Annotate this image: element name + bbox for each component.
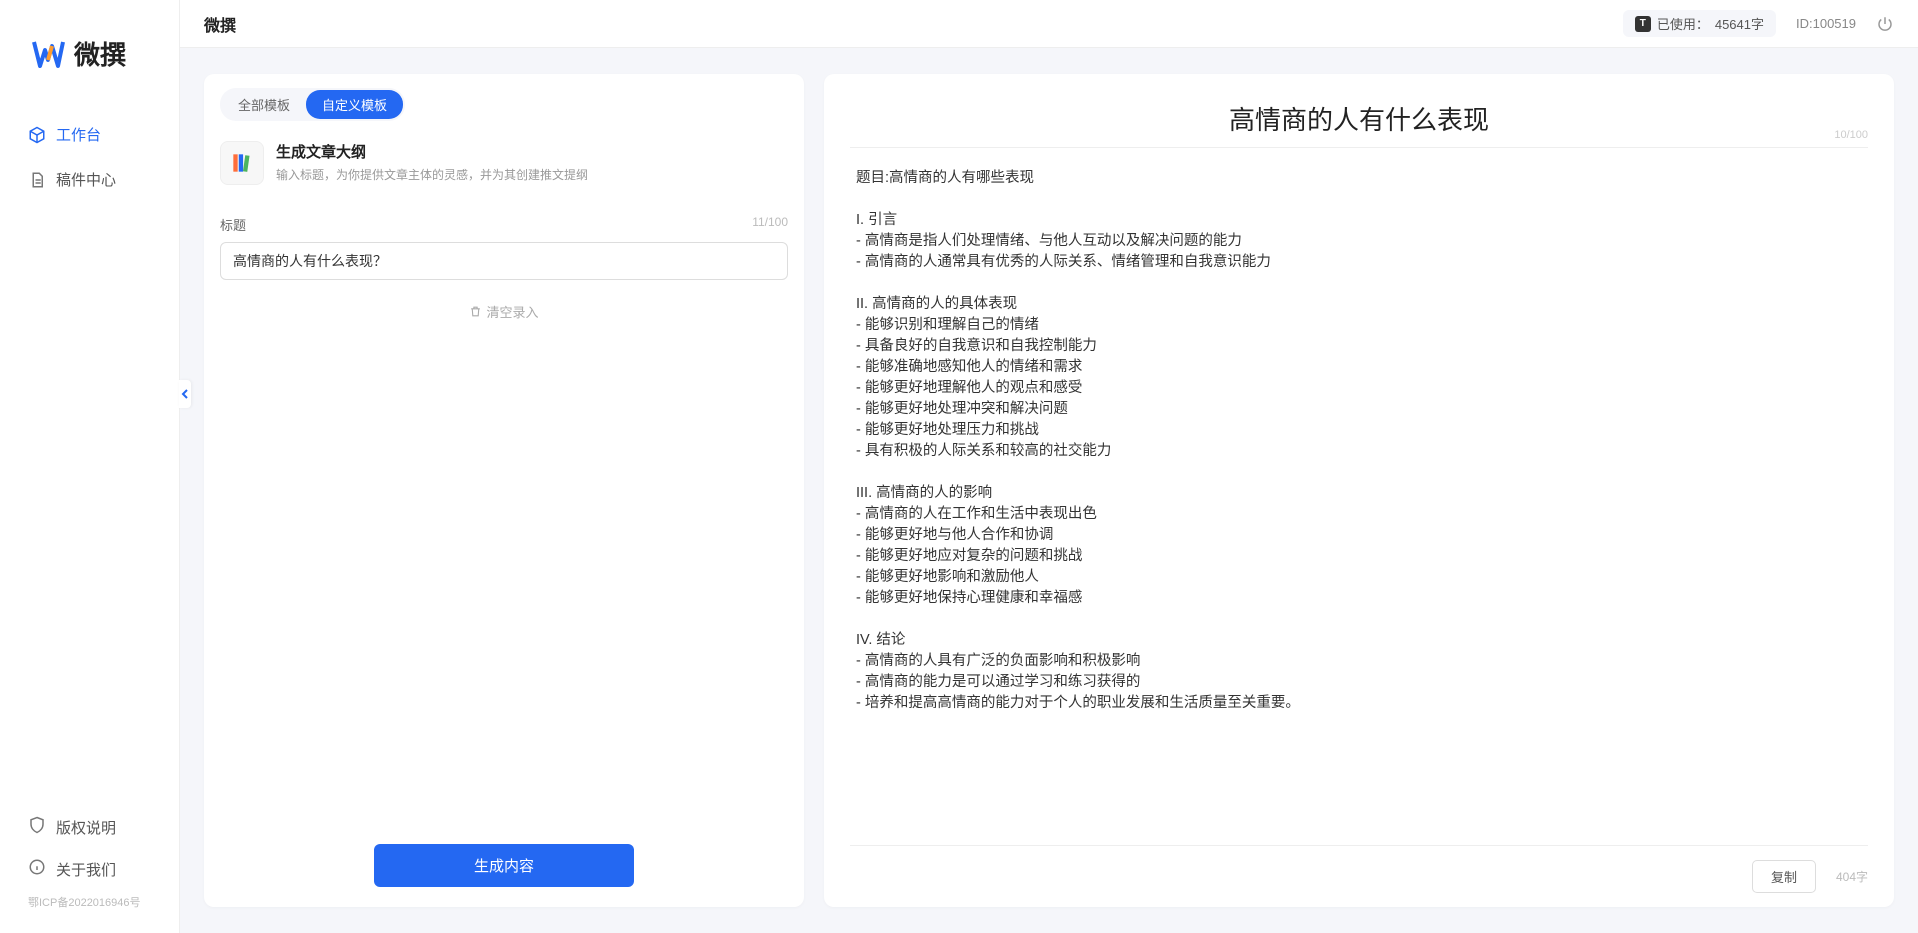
generate-button[interactable]: 生成内容 [374, 844, 634, 887]
form-area: 标题 11/100 清空录入 [204, 201, 804, 321]
output-title: 高情商的人有什么表现 [856, 100, 1862, 137]
sidebar-collapse-handle[interactable] [179, 380, 191, 408]
books-icon [220, 141, 264, 185]
output-footer: 复制 404字 [850, 845, 1868, 907]
tab-all-templates[interactable]: 全部模板 [222, 90, 306, 119]
left-panel: 全部模板 自定义模板 生成文章大纲 输入标题，为你提供文章主体的灵感，并为其创建… [204, 74, 804, 907]
output-panel: 高情商的人有什么表现 10/100 题目:高情商的人有哪些表现 I. 引言 - … [824, 74, 1894, 907]
shield-icon [28, 816, 46, 838]
brand-name: 微撰 [74, 35, 126, 72]
app-title: 微撰 [204, 12, 236, 36]
clear-input-button[interactable]: 清空录入 [220, 302, 788, 321]
output-body[interactable]: 题目:高情商的人有哪些表现 I. 引言 - 高情商是指人们处理情绪、与他人互动以… [824, 148, 1894, 845]
clear-label: 清空录入 [486, 302, 538, 321]
sidebar: 微撰 工作台 稿件中心 版权说明 [0, 0, 180, 933]
text-badge-icon: T [1635, 16, 1651, 32]
nav-label: 工作台 [56, 124, 101, 145]
topbar: 微撰 T 已使用： 45641字 ID:100519 [180, 0, 1918, 48]
output-word-count: 404字 [1836, 868, 1868, 885]
logo-icon [30, 36, 66, 72]
title-char-count: 11/100 [752, 215, 788, 234]
trash-icon [469, 305, 482, 318]
icp-text: 鄂ICP备2022016946号 [0, 890, 179, 918]
brand-logo[interactable]: 微撰 [0, 0, 179, 102]
info-icon [28, 858, 46, 880]
footer-label: 版权说明 [56, 817, 116, 838]
document-icon [28, 171, 46, 189]
nav-item-workspace[interactable]: 工作台 [0, 112, 179, 157]
template-title: 生成文章大纲 [276, 141, 588, 162]
nav-item-drafts[interactable]: 稿件中心 [0, 157, 179, 202]
template-tabs: 全部模板 自定义模板 [220, 88, 405, 121]
template-card: 生成文章大纲 输入标题，为你提供文章主体的灵感，并为其创建推文提纲 [204, 121, 804, 201]
usage-chip[interactable]: T 已使用： 45641字 [1623, 10, 1776, 37]
user-id: ID:100519 [1796, 16, 1856, 31]
sidebar-nav: 工作台 稿件中心 [0, 102, 179, 806]
copy-button[interactable]: 复制 [1752, 860, 1816, 893]
chevron-left-icon [181, 389, 189, 399]
usage-value: 45641字 [1715, 14, 1764, 33]
footer-copyright[interactable]: 版权说明 [0, 806, 179, 848]
title-field-label: 标题 [220, 215, 246, 234]
footer-about[interactable]: 关于我们 [0, 848, 179, 890]
power-icon[interactable] [1876, 15, 1894, 33]
nav-label: 稿件中心 [56, 169, 116, 190]
template-desc: 输入标题，为你提供文章主体的灵感，并为其创建推文提纲 [276, 166, 588, 183]
sidebar-footer: 版权说明 关于我们 鄂ICP备2022016946号 [0, 806, 179, 933]
output-title-count: 10/100 [1834, 129, 1868, 141]
usage-label: 已使用： [1657, 14, 1709, 33]
tab-custom-templates[interactable]: 自定义模板 [306, 90, 403, 119]
title-input[interactable] [220, 242, 788, 280]
footer-label: 关于我们 [56, 859, 116, 880]
cube-icon [28, 126, 46, 144]
